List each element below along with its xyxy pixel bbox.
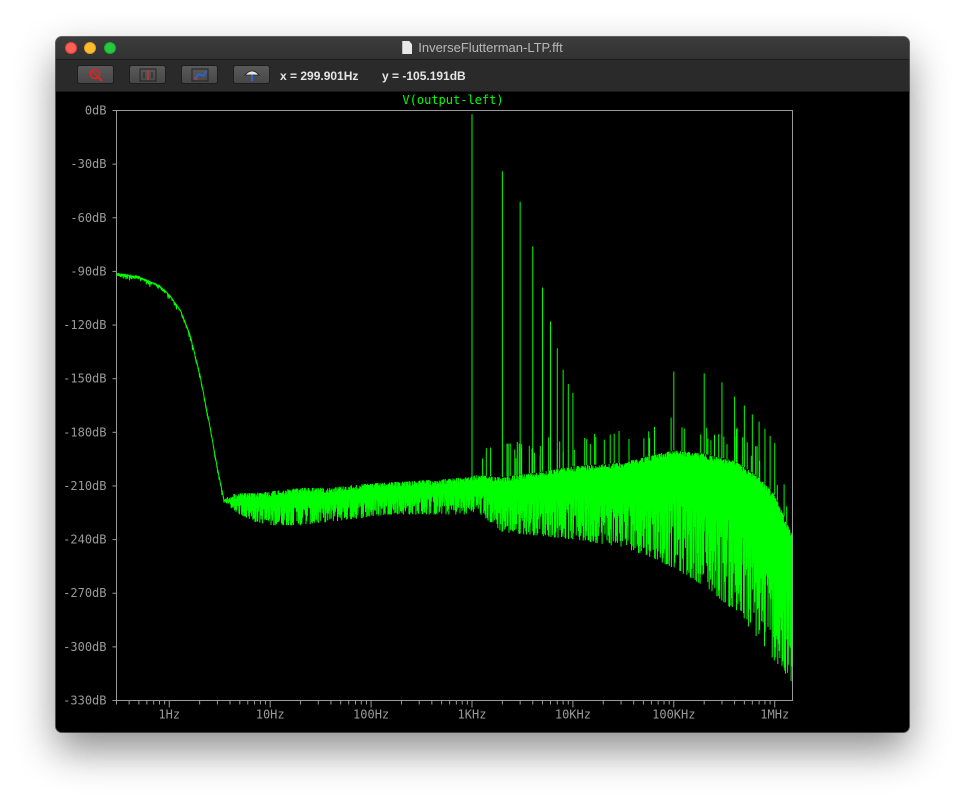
y-tick-label: -180dB <box>63 425 106 439</box>
y-tick-label: -60dB <box>70 211 106 225</box>
cursor-probe-button[interactable] <box>233 65 270 84</box>
y-tick-label: -210dB <box>63 479 106 493</box>
fft-plot[interactable]: V(output-left) 0dB -30dB -60dB -90dB -120dB -… <box>56 92 909 732</box>
autorange-icon <box>139 68 156 81</box>
plot-frame <box>116 110 793 701</box>
zoom-back-button[interactable] <box>181 65 218 84</box>
x-cursor-readout: x = 299.901Hz <box>280 69 359 83</box>
toolbar: x = 299.901Hz y = -105.191dB <box>56 60 909 92</box>
y-tick-label: -270dB <box>63 586 106 600</box>
x-tick-label: 1KHz <box>458 708 487 722</box>
x-tick-label: 100KHz <box>652 708 695 722</box>
x-axis: 1Hz 10Hz 100Hz 1KHz 10KHz 100KHz 1MHz <box>116 700 789 722</box>
y-tick-label: -300dB <box>63 640 106 654</box>
trace-group <box>116 114 793 682</box>
y-tick-label: -30dB <box>70 157 106 171</box>
y-axis: 0dB -30dB -60dB -90dB -120dB -150dB -180dB -210… <box>63 104 117 708</box>
document-icon <box>402 41 413 54</box>
y-cursor-readout: y = -105.191dB <box>382 69 466 83</box>
ltspice-fft-window: InverseFlutterman-LTP.fft x = 299.901Hz … <box>56 37 909 732</box>
y-tick-label: -150dB <box>63 372 106 386</box>
y-tick-label: -240dB <box>63 533 106 547</box>
y-tick-label: -330dB <box>63 694 106 708</box>
window-title-container: InverseFlutterman-LTP.fft <box>56 40 909 55</box>
umbrella-icon <box>243 70 260 81</box>
y-tick-label: 0dB <box>85 104 107 118</box>
zoom-cancel-button[interactable] <box>77 65 114 84</box>
trace-label-output-left[interactable]: V(output-left) <box>402 93 503 107</box>
y-tick-label: -90dB <box>70 264 106 278</box>
window-title: InverseFlutterman-LTP.fft <box>418 40 563 55</box>
spectrum-trace[interactable] <box>116 272 793 682</box>
title-bar[interactable]: InverseFlutterman-LTP.fft <box>56 37 909 60</box>
x-tick-label: 100Hz <box>353 708 389 722</box>
autorange-button[interactable] <box>129 65 166 84</box>
x-tick-label: 1Hz <box>158 708 180 722</box>
magnifier-no-icon <box>89 68 103 82</box>
x-tick-label: 1MHz <box>760 708 789 722</box>
x-tick-label: 10Hz <box>256 708 285 722</box>
y-tick-label: -120dB <box>63 318 106 332</box>
zoom-back-icon <box>191 68 208 81</box>
x-tick-label: 10KHz <box>555 708 591 722</box>
waveform-viewer[interactable]: V(output-left) 0dB -30dB -60dB -90dB -120dB -… <box>56 92 909 732</box>
